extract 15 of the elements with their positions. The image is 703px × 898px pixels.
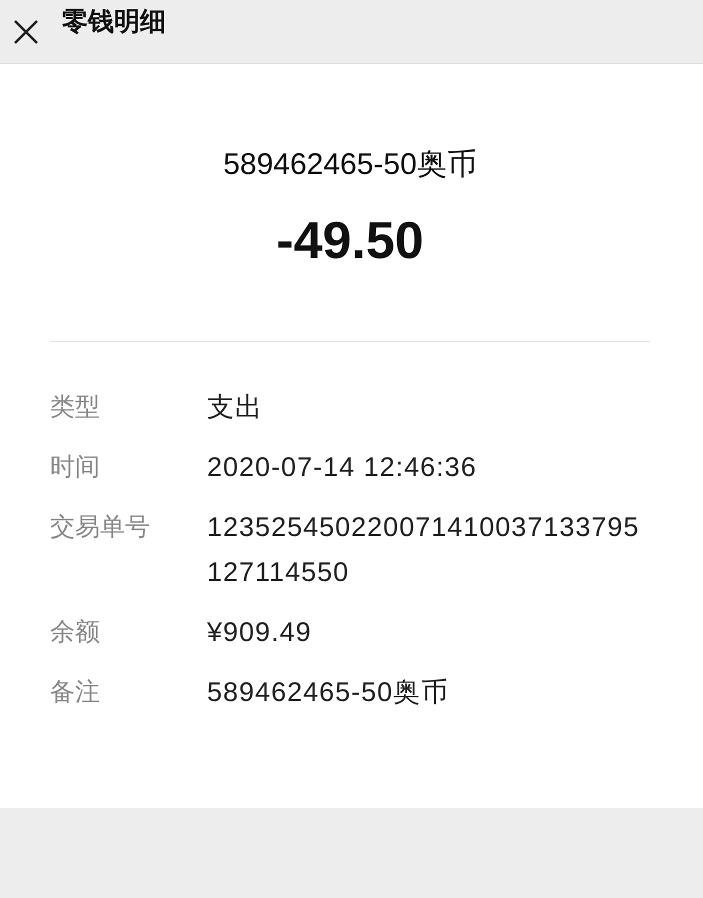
detail-label: 时间 — [50, 452, 101, 483]
detail-label: 交易单号 — [50, 512, 151, 543]
page-title: 零钱明细 — [62, 5, 166, 38]
detail-value: 支出 — [207, 391, 264, 424]
close-button[interactable] — [12, 18, 40, 46]
detail-value: ¥909.49 — [207, 616, 313, 649]
detail-label: 备注 — [50, 677, 101, 708]
detail-value: 123525450220071410037133795127114550 — [207, 511, 640, 589]
detail-value: 589462465-50奥币 — [207, 676, 450, 709]
detail-label: 类型 — [50, 392, 101, 423]
transaction-description: 589462465-50奥币 — [222, 147, 478, 183]
close-icon — [13, 18, 39, 44]
detail-label: 余额 — [50, 617, 101, 648]
transaction-amount: -49.50 — [275, 211, 425, 271]
detail-value: 2020-07-14 12:46:36 — [207, 451, 478, 484]
